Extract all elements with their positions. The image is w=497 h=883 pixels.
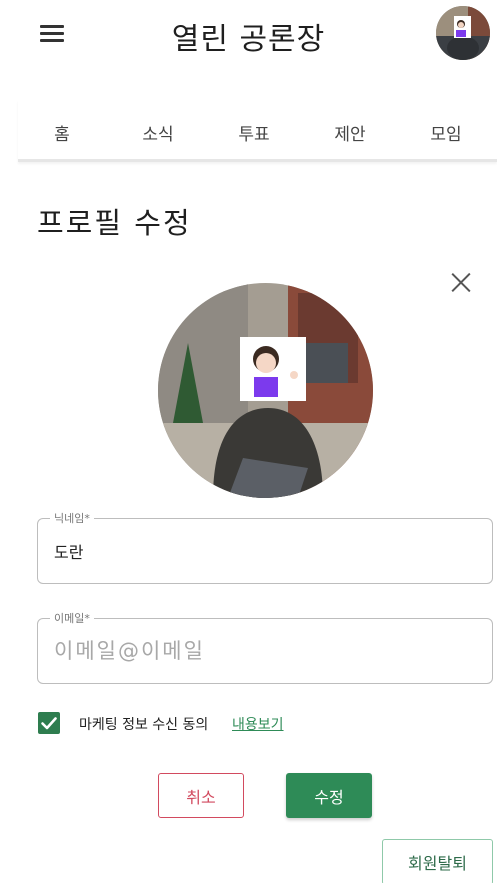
close-icon[interactable] [449, 270, 473, 294]
tab-home[interactable]: 홈 [54, 120, 70, 145]
app-title: 열린 공론장 [171, 22, 326, 57]
email-field: 이메일* [37, 610, 493, 684]
profile-photo[interactable] [158, 283, 373, 498]
email-input[interactable] [54, 619, 474, 683]
marketing-consent-label: 마케팅 정보 수신 동의 [79, 717, 209, 733]
marketing-consent-checkbox[interactable] [38, 712, 60, 734]
tab-meetup[interactable]: 모임 [430, 120, 461, 145]
user-avatar[interactable] [436, 6, 490, 60]
avatar-image [436, 6, 490, 60]
profile-image [158, 283, 373, 498]
page-title: 프로필 수정 [37, 206, 192, 240]
check-icon [41, 717, 57, 730]
tab-vote[interactable]: 투표 [238, 120, 269, 145]
main-tabs: 홈 소식 투표 제안 모임 [18, 100, 497, 162]
tab-news[interactable]: 소식 [142, 120, 173, 145]
nickname-input[interactable] [54, 519, 474, 583]
nickname-field: 닉네임* [37, 510, 493, 584]
withdraw-membership-button[interactable]: 회원탈퇴 [382, 839, 493, 883]
save-button[interactable]: 수정 [286, 773, 372, 818]
tab-proposal[interactable]: 제안 [334, 120, 365, 145]
app-bar: 열린 공론장 [0, 0, 497, 70]
cancel-button[interactable]: 취소 [158, 773, 244, 818]
view-terms-link[interactable]: 내용보기 [232, 714, 284, 734]
